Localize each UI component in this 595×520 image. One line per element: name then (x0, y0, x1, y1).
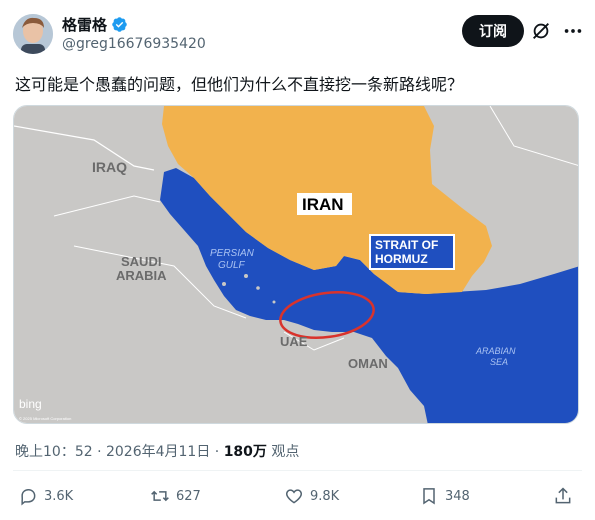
avatar-image (13, 14, 53, 54)
repost-icon (151, 490, 169, 502)
bookmark-button[interactable]: 348 (419, 486, 470, 506)
heart-icon (285, 489, 303, 504)
subscribe-button[interactable]: 订阅 (462, 15, 524, 47)
repost-button[interactable]: 627 (150, 486, 201, 506)
label-saudi: SAUDI (121, 254, 161, 269)
label-hormuz: HORMUZ (375, 252, 428, 266)
tweet-image[interactable]: IRAQ IRAN PERSIAN GULF SAUDI ARABIA STRA… (13, 105, 579, 424)
author-name[interactable]: 格雷格 (62, 14, 107, 35)
island (222, 282, 226, 286)
more-icon[interactable] (562, 20, 584, 42)
label-iraq: IRAQ (92, 159, 127, 175)
label-sea: SEA (490, 357, 508, 367)
hormuz-map: IRAQ IRAN PERSIAN GULF SAUDI ARABIA STRA… (14, 106, 578, 423)
grok-icon[interactable] (530, 20, 552, 42)
like-button[interactable]: 9.8K (284, 486, 339, 506)
label-arabia: ARABIA (116, 268, 167, 283)
verified-badge-icon (112, 17, 127, 32)
like-count: 9.8K (310, 488, 340, 504)
action-bar: 3.6K 627 9.8K 348 (0, 486, 595, 520)
label-strait-of: STRAIT OF (375, 238, 438, 252)
tweet-header: 格雷格 @greg16676935420 订阅 (0, 0, 595, 64)
reply-count: 3.6K (44, 488, 74, 504)
bookmark-count: 348 (445, 488, 470, 504)
share-icon (555, 487, 571, 504)
bookmark-icon (423, 488, 435, 505)
label-oman: OMAN (348, 356, 388, 371)
bing-watermark: bing (19, 397, 42, 411)
island (272, 300, 276, 304)
reply-icon (21, 489, 36, 506)
share-button[interactable] (553, 486, 573, 506)
tweet-text: 这可能是个愚蠢的问题，但他们为什么不直接挖一条新路线呢？ (15, 75, 464, 94)
tweet-timestamp[interactable]: 晚上10：52 · 2026年4月11日 · (15, 444, 224, 460)
island (256, 286, 260, 290)
label-uae: UAE (280, 334, 308, 349)
map-copyright: © 2025 Microsoft Corporation (19, 416, 71, 421)
reply-button[interactable]: 3.6K (18, 486, 73, 506)
label-arabian: ARABIAN (475, 346, 516, 356)
avatar[interactable] (13, 14, 53, 54)
label-persian: PERSIAN (210, 248, 255, 259)
views-count: 180万 (223, 444, 267, 460)
tweet-meta: 晚上10：52 · 2026年4月11日 · 180万 观点 (15, 441, 299, 461)
divider (13, 470, 582, 471)
repost-count: 627 (176, 488, 201, 504)
label-iran: IRAN (302, 195, 344, 214)
label-gulf: GULF (218, 260, 246, 271)
author-handle[interactable]: @greg16676935420 (62, 36, 206, 52)
views-label: 观点 (266, 444, 300, 460)
island (244, 274, 248, 278)
